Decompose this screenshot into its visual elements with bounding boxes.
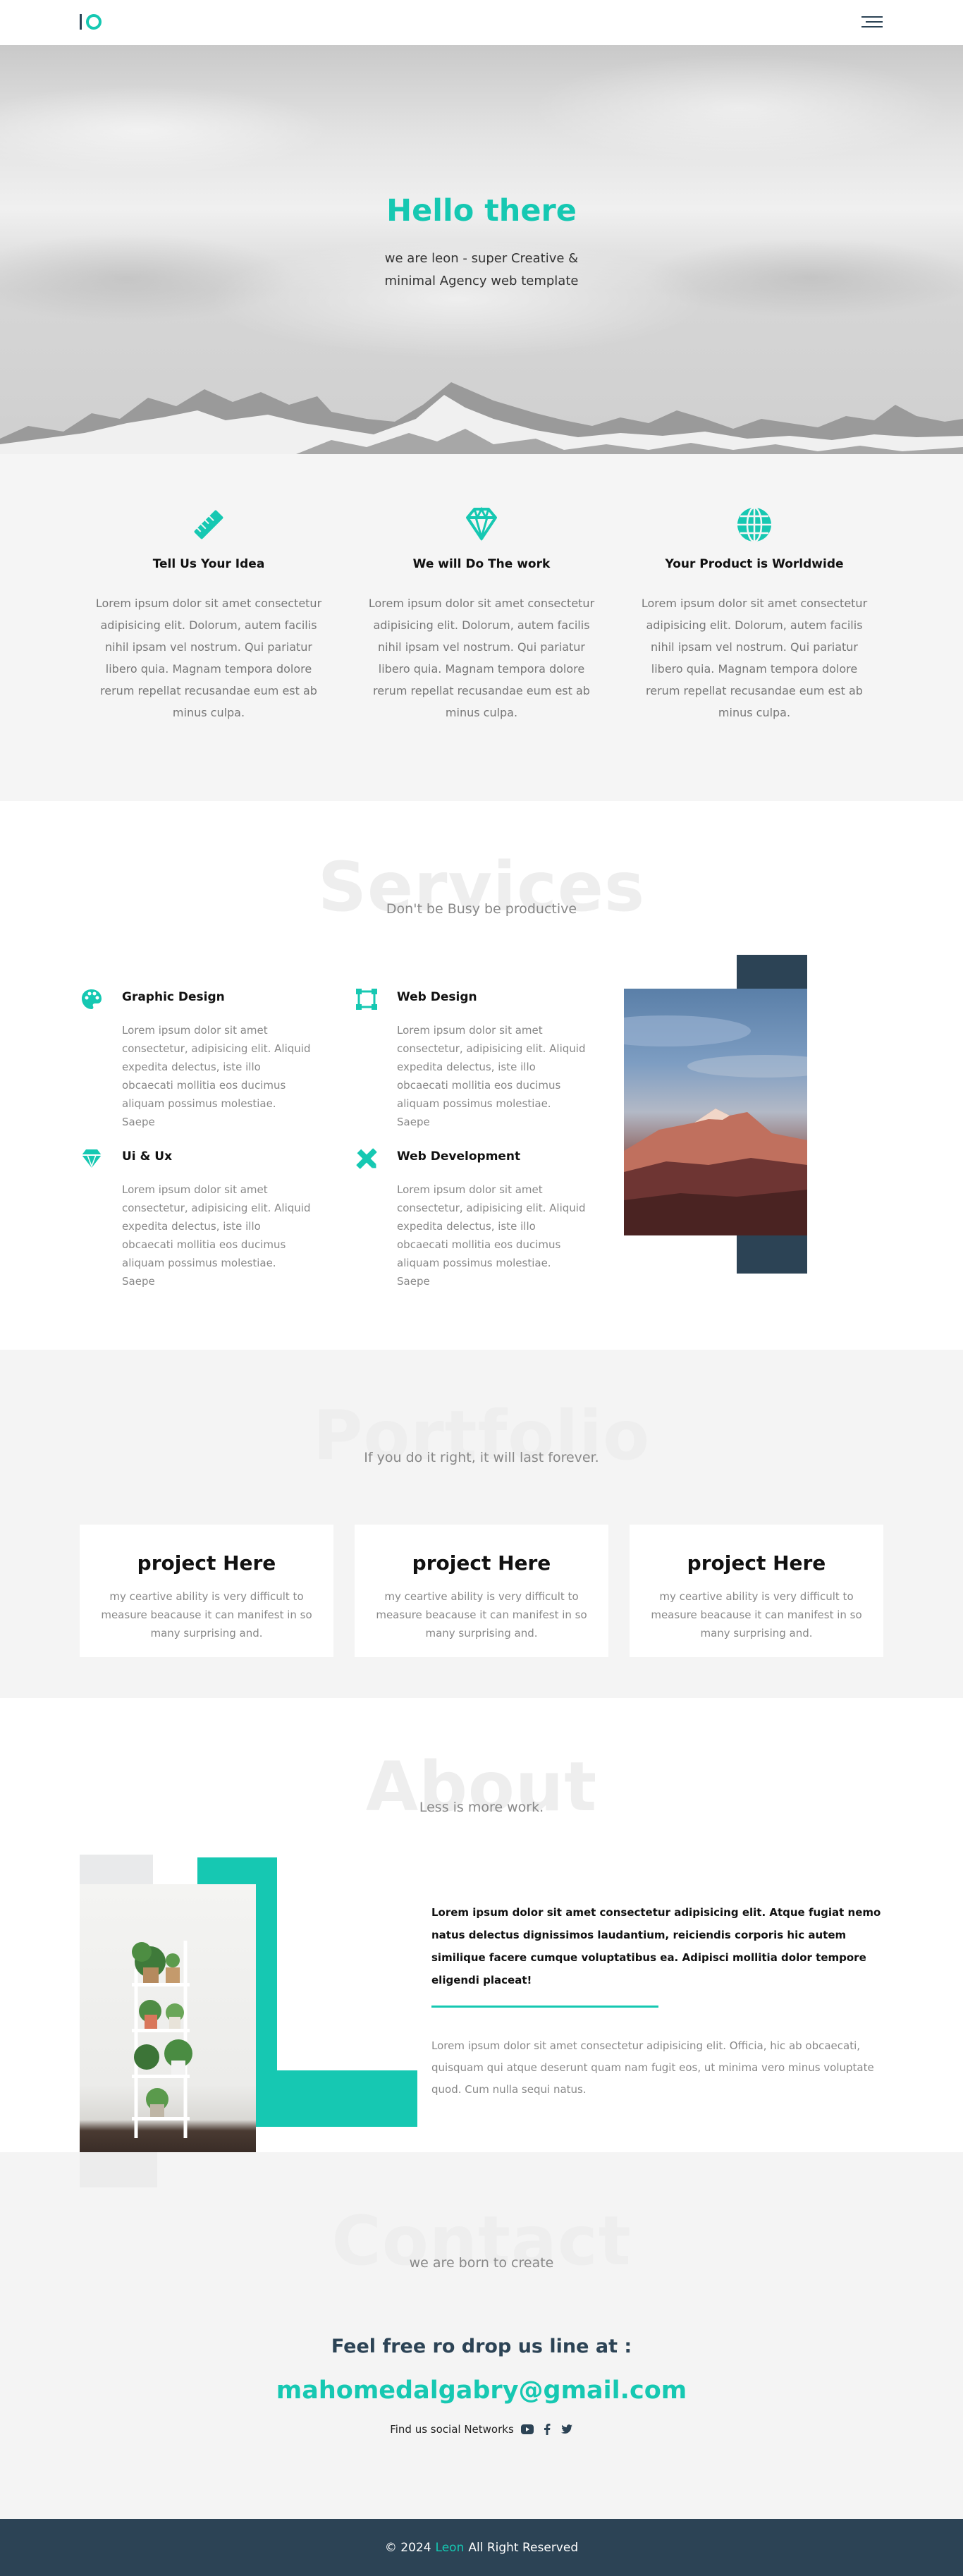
service-title: Web Design: [397, 990, 477, 1004]
feature-text: Lorem ipsum dolor sit amet consectetur a…: [95, 597, 322, 719]
service-item: Ui & Ux Lorem ipsum dolor sit amet conse…: [80, 1147, 312, 1290]
service-text: Lorem ipsum dolor sit amet consectetur, …: [397, 1024, 586, 1128]
hero-title: Hello there: [386, 193, 577, 228]
service-text: Lorem ipsum dolor sit amet consectetur, …: [397, 1183, 586, 1288]
project-title: project Here: [412, 1551, 551, 1575]
hero-subtitle: we are leon - super Creative & minimal A…: [384, 251, 579, 288]
project-title: project Here: [137, 1551, 276, 1575]
service-title: Ui & Ux: [122, 1149, 173, 1164]
pencil-ruler-icon: [356, 1148, 377, 1169]
features-section: Tell Us Your Idea Lorem ipsum dolor sit …: [0, 454, 963, 801]
feature-title: Tell Us Your Idea: [152, 557, 265, 571]
logo-bar: [80, 14, 82, 30]
site-footer: © 2024 Leon All Right Reserved: [0, 2519, 963, 2576]
about-plant-shelf-image: [80, 1884, 256, 2152]
social-networks: Find us social Networks: [0, 2423, 963, 2436]
about-section: About Less is more work. Lorem ipsum dol…: [0, 1698, 963, 2152]
contact-email-link[interactable]: mahomedalgabry@gmail.com: [0, 2376, 963, 2405]
about-text: Lorem ipsum dolor sit amet consectetur a…: [431, 2039, 874, 2096]
feature-text: Lorem ipsum dolor sit amet consectetur a…: [641, 597, 868, 719]
section-subtitle: we are born to create: [409, 2255, 554, 2271]
globe-icon: [737, 506, 771, 543]
ruler-pencil-icon: [194, 510, 223, 539]
services-section: Services Don't be Busy be productive Gra…: [0, 801, 963, 1350]
section-subtitle: Less is more work.: [419, 1800, 544, 1815]
service-title: Graphic Design: [122, 990, 225, 1004]
feature-item: Your Product is Worldwide Lorem ipsum do…: [638, 505, 871, 724]
feature-item: Tell Us Your Idea Lorem ipsum dolor sit …: [92, 505, 325, 724]
section-subtitle: If you do it right, it will last forever…: [364, 1450, 599, 1465]
diamond-icon: [466, 506, 497, 542]
feature-title: Your Product is Worldwide: [665, 557, 844, 571]
contact-section: Contact we are born to create Feel free …: [0, 2152, 963, 2519]
project-card[interactable]: project Here my ceartive ability is very…: [355, 1525, 608, 1657]
hero-mountains-image: [0, 382, 963, 454]
footer-brand-link[interactable]: Leon: [436, 2541, 465, 2555]
section-subtitle: Don't be Busy be productive: [386, 901, 577, 917]
project-text: my ceartive ability is very difficult to…: [101, 1590, 312, 1640]
contact-gray-accent: [80, 2152, 157, 2187]
io-logo-icon[interactable]: [80, 13, 102, 31]
hamburger-menu-icon[interactable]: [861, 14, 883, 30]
portfolio-section: Portfolio If you do it right, it will la…: [0, 1350, 963, 1698]
feature-item: We will Do The work Lorem ipsum dolor si…: [365, 505, 598, 724]
service-title: Web Development: [397, 1149, 521, 1164]
project-card[interactable]: project Here my ceartive ability is very…: [630, 1525, 883, 1657]
service-text: Lorem ipsum dolor sit amet consectetur, …: [122, 1183, 311, 1288]
project-text: my ceartive ability is very difficult to…: [376, 1590, 587, 1640]
service-item: Graphic Design Lorem ipsum dolor sit ame…: [80, 987, 312, 1131]
service-item: Web Development Lorem ipsum dolor sit am…: [355, 1147, 587, 1290]
diamond-icon: [82, 1149, 102, 1168]
hero-section: Hello there we are leon - super Creative…: [0, 45, 963, 454]
project-title: project Here: [687, 1551, 826, 1575]
service-text: Lorem ipsum dolor sit amet consectetur, …: [122, 1024, 311, 1128]
feature-text: Lorem ipsum dolor sit amet consectetur a…: [368, 597, 595, 719]
about-bold-text: Lorem ipsum dolor sit amet consectetur a…: [431, 1906, 881, 1986]
contact-heading: Feel free ro drop us line at :: [331, 2336, 632, 2357]
footer-rights: All Right Reserved: [468, 2540, 579, 2555]
about-divider: [431, 2006, 658, 2008]
project-text: my ceartive ability is very difficult to…: [651, 1590, 862, 1640]
social-label: Find us social Networks: [390, 2423, 514, 2436]
palette-icon: [82, 989, 102, 1009]
site-header: [0, 0, 963, 45]
facebook-icon[interactable]: [541, 2423, 553, 2436]
twitter-icon[interactable]: [560, 2423, 573, 2436]
youtube-icon[interactable]: [520, 2423, 534, 2436]
feature-title: We will Do The work: [412, 557, 551, 571]
logo-circle: [86, 14, 102, 30]
vector-square-icon: [356, 989, 377, 1010]
footer-copyright: © 2024: [384, 2540, 431, 2555]
services-mountain-image: [624, 989, 807, 1235]
project-card[interactable]: project Here my ceartive ability is very…: [80, 1525, 333, 1657]
service-item: Web Design Lorem ipsum dolor sit amet co…: [355, 987, 587, 1131]
